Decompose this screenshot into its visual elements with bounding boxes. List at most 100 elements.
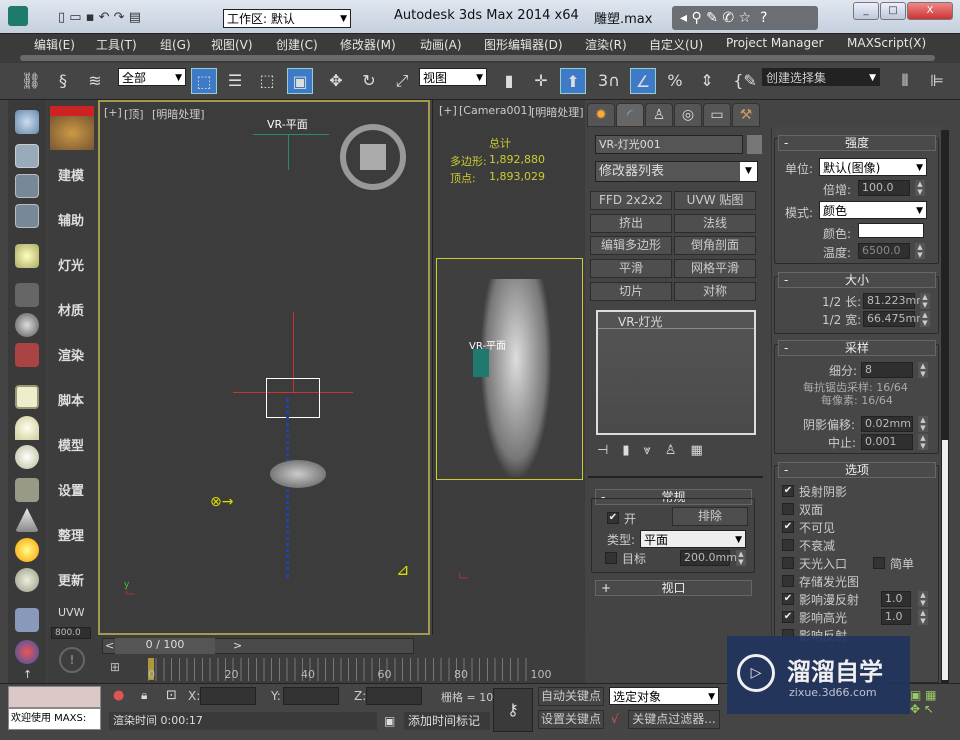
rotate-icon[interactable]: ↻ <box>356 68 382 94</box>
workspace-dropdown[interactable]: 工作区: 默认 ▼ <box>223 9 351 28</box>
move-icon[interactable]: ✥ <box>323 68 349 94</box>
option-checkbox[interactable] <box>782 503 794 515</box>
viewcube-face[interactable] <box>360 144 386 170</box>
viewport-camera[interactable]: [+] [Camera001] [明暗处理] 总计 多边形: 1,892,880… <box>432 100 585 635</box>
minimize-button[interactable]: _ <box>853 2 879 20</box>
lock-icon[interactable]: 🔒︎ <box>141 688 147 703</box>
target-checkbox[interactable] <box>605 552 617 564</box>
frame-display[interactable]: 0 / 100 <box>115 638 215 654</box>
subdivs-spinner[interactable]: ▲ ▼ <box>918 362 928 378</box>
add-time-tag[interactable]: 添加时间标记 <box>404 712 490 730</box>
tab-create[interactable]: ✹ <box>587 103 615 127</box>
multiplier-spinner[interactable]: ▲ ▼ <box>915 180 925 196</box>
options-rollout-header[interactable]: - 选项 <box>778 462 936 478</box>
track-bar[interactable] <box>148 658 533 681</box>
half-width-field[interactable]: 66.475mm <box>863 311 927 327</box>
angle-snap-icon[interactable]: ∠ <box>630 68 656 94</box>
maximize-button[interactable]: □ <box>880 2 906 20</box>
render-setup-icon[interactable] <box>15 174 39 198</box>
option-checkbox[interactable] <box>782 557 794 569</box>
reference-coord-dropdown[interactable]: 视图 ▼ <box>419 68 487 86</box>
time-tag-icon[interactable]: ▣ <box>384 714 395 728</box>
option-checkbox[interactable]: ✔ <box>782 611 794 623</box>
vr-light-object[interactable] <box>266 378 320 418</box>
simple-checkbox[interactable] <box>873 557 885 569</box>
viewport-top[interactable]: [+] [顶] [明暗处理] VR-平面 ⊗→ ⊿ y └─ <box>98 100 430 635</box>
modifier-stack[interactable]: VR-灯光 <box>596 310 756 435</box>
infocenter-toolbar[interactable]: ◂ ⚲ ✎ ✆ ☆ ? <box>672 6 818 30</box>
unit-dropdown[interactable]: 默认(图像) ▼ <box>819 158 927 176</box>
option-checkbox[interactable] <box>782 539 794 551</box>
label-helpers[interactable]: 辅助 <box>58 210 84 229</box>
time-prev-arrow[interactable]: < <box>105 639 114 652</box>
spinner-snap-icon[interactable]: ⇕ <box>694 68 720 94</box>
type-dropdown[interactable]: 平面 ▼ <box>640 530 746 548</box>
meshsmooth-button[interactable]: 网格平滑 <box>674 259 756 278</box>
key-filters-button[interactable]: 关键点过滤器... <box>628 710 720 729</box>
statue-top-view[interactable] <box>270 460 326 488</box>
teapot-icon[interactable] <box>15 110 39 134</box>
menu-tools[interactable]: 工具(T) <box>96 36 137 53</box>
viewport-shading-label[interactable]: [明暗处理] <box>531 104 584 120</box>
tab-motion[interactable]: ◎ <box>674 103 702 127</box>
time-slider[interactable]: < 0 / 100 > <box>102 638 414 654</box>
viewport-rollout-header[interactable]: + 视口 <box>595 580 752 596</box>
menu-group[interactable]: 组(G) <box>160 36 191 53</box>
on-checkbox[interactable]: ✔ <box>607 512 619 524</box>
symmetry-button[interactable]: 对称 <box>674 282 756 301</box>
link-icon[interactable]: ⛓ <box>18 68 44 94</box>
render-frame-icon[interactable] <box>15 144 39 168</box>
subdivs-field[interactable]: 8 <box>861 362 913 378</box>
label-cleanup[interactable]: 整理 <box>58 525 84 544</box>
normal-button[interactable]: 法线 <box>674 214 756 233</box>
temperature-field[interactable]: 6500.0 <box>858 243 910 259</box>
cutoff-field[interactable]: 0.001 <box>861 434 913 450</box>
sky-icon[interactable] <box>15 568 39 592</box>
selection-filter-dropdown[interactable]: 全部 ▼ <box>118 68 186 86</box>
maxscript-listener-pink[interactable] <box>8 686 101 708</box>
time-next-arrow[interactable]: > <box>233 639 242 652</box>
menu-animation[interactable]: 动画(A) <box>420 36 462 53</box>
ffd-button[interactable]: FFD 2x2x2 <box>590 191 672 210</box>
menu-rendering[interactable]: 渲染(R) <box>585 36 627 53</box>
viewport-menu-plus[interactable]: [+] <box>439 104 457 117</box>
tab-utilities[interactable]: ⚒ <box>732 103 760 127</box>
tab-modify[interactable]: ◜ <box>616 103 644 127</box>
menu-scrollbar[interactable] <box>0 53 960 63</box>
sampling-rollout-header[interactable]: - 采样 <box>778 340 936 356</box>
set-key-button[interactable]: 设置关键点 <box>538 710 604 729</box>
option-checkbox[interactable]: ✔ <box>782 485 794 497</box>
moon-camera-icon[interactable] <box>15 313 39 337</box>
mode-dropdown[interactable]: 颜色 ▼ <box>819 201 927 219</box>
x-coordinate-field[interactable] <box>200 687 256 705</box>
close-button[interactable]: X <box>907 2 953 20</box>
vray-fur-icon[interactable] <box>15 608 39 632</box>
app-logo-icon[interactable] <box>8 6 28 26</box>
edit-poly-button[interactable]: 编辑多边形 <box>590 236 672 255</box>
curve-editor-icon[interactable]: ⊞ <box>110 660 120 674</box>
size-rollout-header[interactable]: - 大小 <box>778 272 936 288</box>
option-value-spinner[interactable]: ▲ ▼ <box>918 591 928 607</box>
half-width-spinner[interactable]: ▲ ▼ <box>920 311 930 327</box>
percent-snap-icon[interactable]: % <box>662 68 688 94</box>
viewport-camera-label[interactable]: [Camera001] <box>459 104 532 117</box>
menu-views[interactable]: 视图(V) <box>211 36 253 53</box>
keyboard-shortcut-override-icon[interactable]: ⬆ <box>560 68 586 94</box>
label-models[interactable]: 模型 <box>58 435 84 454</box>
select-by-name-icon[interactable]: ☰ <box>222 68 248 94</box>
cutoff-spinner[interactable]: ▲ ▼ <box>918 434 928 450</box>
slice-button[interactable]: 切片 <box>590 282 672 301</box>
option-value-field[interactable]: 1.0 <box>881 591 911 607</box>
exclude-button[interactable]: 排除 <box>672 507 748 526</box>
maxscript-listener-white[interactable]: 欢迎使用 MAXS: <box>8 708 101 730</box>
sun-icon[interactable] <box>15 538 39 562</box>
label-update[interactable]: 更新 <box>58 570 84 589</box>
key-selection-dropdown[interactable]: 选定对象 ▼ <box>609 687 719 705</box>
viewcube-icon[interactable] <box>340 124 406 190</box>
bind-space-warp-icon[interactable]: ≋ <box>82 68 108 94</box>
object-name-field[interactable]: VR-灯光001 <box>595 135 743 154</box>
sun-gizmo-icon[interactable]: ⊿ <box>396 560 409 579</box>
snap-toggle-icon[interactable]: 3∩ <box>596 68 622 94</box>
option-value-spinner[interactable]: ▲ ▼ <box>918 609 928 625</box>
edit-named-selection-icon[interactable]: {✎ <box>732 68 758 94</box>
